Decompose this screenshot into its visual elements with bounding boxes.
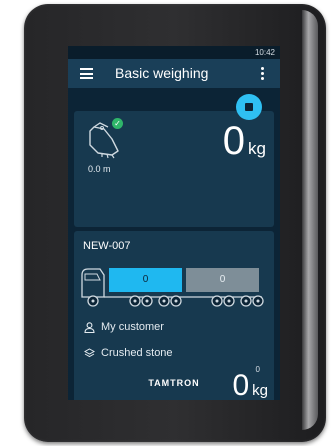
status-bar: 10:42 bbox=[68, 46, 280, 59]
app-bar: Basic weighing bbox=[68, 59, 280, 88]
vehicle-load-card[interactable]: NEW-007 0 0 My customer Crushed stone 0 … bbox=[74, 231, 274, 400]
device-screen: 10:42 Basic weighing ✓ 0.0 m 0 kg NEW-007 bbox=[68, 46, 280, 400]
stop-icon bbox=[245, 103, 253, 111]
brand-logo: TAMTRON bbox=[148, 378, 200, 388]
page-title: Basic weighing bbox=[115, 65, 209, 81]
stop-button[interactable] bbox=[236, 94, 262, 120]
bucket-reading: 0.0 m bbox=[88, 164, 111, 174]
bucket-scale-card[interactable]: ✓ 0.0 m 0 kg bbox=[74, 111, 274, 227]
material-label: Crushed stone bbox=[101, 347, 173, 359]
bucket-weight-value: 0 bbox=[222, 119, 246, 163]
more-vert-icon[interactable] bbox=[261, 67, 264, 80]
person-icon bbox=[84, 321, 95, 333]
status-time: 10:42 bbox=[254, 48, 275, 57]
material-row[interactable]: Crushed stone bbox=[84, 347, 173, 359]
customer-row[interactable]: My customer bbox=[84, 321, 164, 333]
tablet-side-edge bbox=[302, 10, 318, 430]
bucket-weight-unit: kg bbox=[248, 139, 266, 158]
compartment-2-value: 0 bbox=[219, 274, 226, 285]
hamburger-menu-icon[interactable] bbox=[80, 68, 93, 79]
vehicle-id: NEW-007 bbox=[83, 240, 131, 252]
bucket-weight-display: 0 kg bbox=[223, 121, 266, 161]
check-circle-icon: ✓ bbox=[112, 118, 123, 129]
customer-label: My customer bbox=[101, 321, 164, 333]
layers-icon bbox=[84, 347, 95, 357]
compartment-1-value: 0 bbox=[142, 274, 149, 285]
